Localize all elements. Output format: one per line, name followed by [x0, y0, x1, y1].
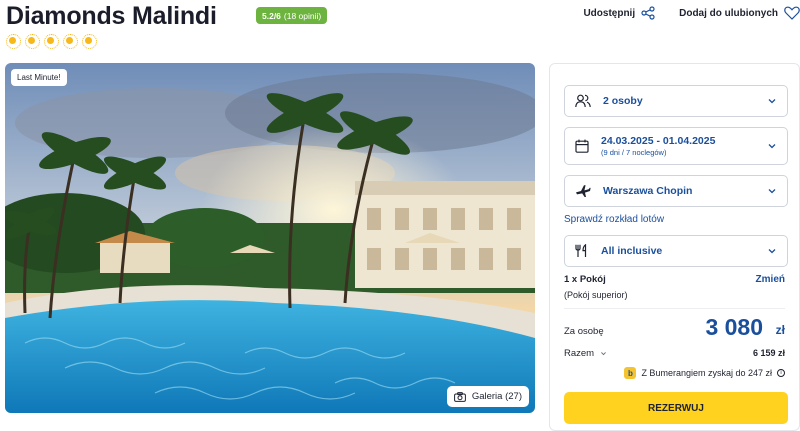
rating-score: 5.2/6 — [262, 10, 281, 21]
top-actions: Udostępnij Dodaj do ulubionych — [583, 6, 800, 20]
board-select[interactable]: All inclusive — [564, 235, 788, 267]
heart-icon — [784, 6, 800, 20]
share-label: Udostępnij — [583, 7, 636, 19]
chevron-down-icon — [768, 249, 776, 254]
resort-pool-image — [5, 63, 535, 413]
board-value: All inclusive — [601, 245, 663, 257]
favorite-button[interactable]: Dodaj do ulubionych — [679, 6, 800, 20]
price-currency: zł — [775, 323, 785, 337]
share-icon — [641, 6, 655, 20]
total-label: Razem — [564, 348, 595, 359]
sun-icon — [43, 33, 59, 49]
sun-rating — [5, 33, 97, 49]
chevron-down-icon — [768, 189, 776, 194]
dates-duration: (9 dni / 7 noclegów) — [601, 148, 667, 157]
camera-icon — [453, 391, 466, 402]
per-person-label: Za osobę — [564, 326, 604, 337]
departure-select[interactable]: Warszawa Chopin — [564, 175, 788, 207]
gallery-label: Galeria (27) — [471, 391, 522, 402]
chevron-down-icon — [768, 99, 776, 104]
room-count: 1 x Pokój — [564, 274, 606, 285]
share-button[interactable]: Udostępnij — [583, 6, 655, 20]
sun-icon — [24, 33, 40, 49]
boomerang-logo-icon: b — [624, 367, 637, 379]
dates-value: 24.03.2025 - 01.04.2025 — [601, 135, 716, 147]
reserve-button[interactable]: REZERWUJ — [564, 392, 788, 424]
dates-select[interactable]: 24.03.2025 - 01.04.2025 (9 dni / 7 nocle… — [564, 127, 788, 165]
airplane-icon — [576, 185, 591, 197]
guests-value: 2 osoby — [603, 95, 643, 107]
boomerang-promo: b Z Bumerangiem zyskaj do 247 zł i — [624, 367, 785, 379]
sun-icon — [81, 33, 97, 49]
change-room-link[interactable]: Zmień — [756, 274, 785, 285]
gallery-button[interactable]: Galeria (27) — [446, 386, 529, 407]
users-icon — [575, 94, 591, 108]
favorite-label: Dodaj do ulubionych — [679, 7, 778, 19]
last-minute-badge: Last Minute! — [11, 69, 67, 86]
sun-icon — [62, 33, 78, 49]
booking-panel: 2 osoby 24.03.2025 - 01.04.2025 (9 dni /… — [549, 63, 800, 431]
calendar-icon — [575, 139, 589, 153]
rating-badge[interactable]: 5.2/6 (18 opinii) — [256, 7, 328, 24]
total-price: 6 159 zł — [752, 348, 785, 358]
chevron-down-icon — [601, 352, 607, 356]
sun-icon — [5, 33, 21, 49]
hotel-photo[interactable]: Last Minute! Galeria (27) — [5, 63, 535, 413]
total-toggle[interactable]: Razem — [564, 348, 607, 359]
room-type: (Pokój superior) — [564, 290, 628, 300]
chevron-down-icon — [768, 144, 776, 149]
guests-select[interactable]: 2 osoby — [564, 85, 788, 117]
divider — [564, 308, 785, 309]
per-person-price: 3 080 — [705, 314, 763, 340]
departure-value: Warszawa Chopin — [603, 185, 693, 197]
cutlery-icon — [575, 244, 587, 257]
hotel-name: Diamonds Malindi — [6, 2, 217, 30]
boomerang-text: Z Bumerangiem zyskaj do 247 zł — [641, 368, 772, 378]
flight-schedule-link[interactable]: Sprawdź rozkład lotów — [564, 214, 664, 225]
info-icon[interactable]: i — [777, 369, 785, 377]
rating-count: (18 opinii) — [283, 10, 322, 21]
